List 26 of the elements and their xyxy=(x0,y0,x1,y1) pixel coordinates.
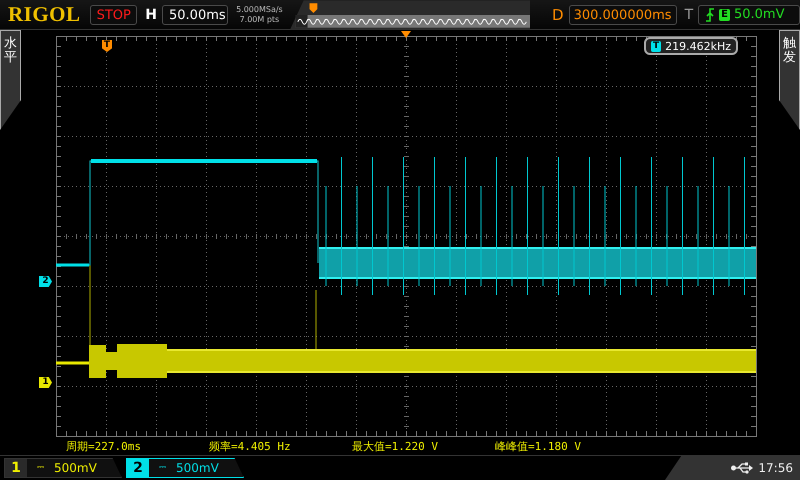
channel-scale-button[interactable]: 2 ⎓ 500mV xyxy=(126,458,244,478)
trigger-label: T xyxy=(684,6,694,22)
measurement-readout: 频率=4.405 Hz xyxy=(209,438,292,454)
memory-depth: 7.00M pts xyxy=(240,14,280,24)
trigger-menu-tab[interactable]: 触发 xyxy=(779,30,800,130)
delay-label: D xyxy=(552,6,564,24)
rising-edge-icon xyxy=(705,8,716,22)
horizontal-menu-tab[interactable]: 水平 xyxy=(0,30,21,130)
clock-time: 17:56 xyxy=(758,461,793,475)
measurement-readout: 峰峰值=1.180 V xyxy=(495,438,582,454)
trigger-marker: T xyxy=(102,40,112,52)
brand-logo: RIGOL xyxy=(8,2,82,27)
channel-marker: 2 xyxy=(39,276,52,287)
measurement-readout: 周期=227.0ms xyxy=(66,438,142,454)
trigger-level-button[interactable]: E 50.0mV xyxy=(698,4,800,24)
counter-icon: T xyxy=(650,40,662,52)
channel-marker: 1 xyxy=(39,377,52,388)
timebase-label: H xyxy=(145,6,157,22)
sample-rate: 5.000MSa/s xyxy=(236,4,283,14)
frequency-value: 219.462kHz xyxy=(665,40,731,52)
delay-value[interactable]: 300.000000ms xyxy=(568,4,677,24)
channel-scale-button[interactable]: 1 ⎓ 500mV xyxy=(4,458,122,478)
measurement-readout: 最大值=1.220 V xyxy=(352,438,439,454)
run-stop-button[interactable]: STOP xyxy=(90,4,138,24)
timebase-value[interactable]: 50.00ms xyxy=(162,4,228,24)
usb-icon xyxy=(731,462,754,474)
